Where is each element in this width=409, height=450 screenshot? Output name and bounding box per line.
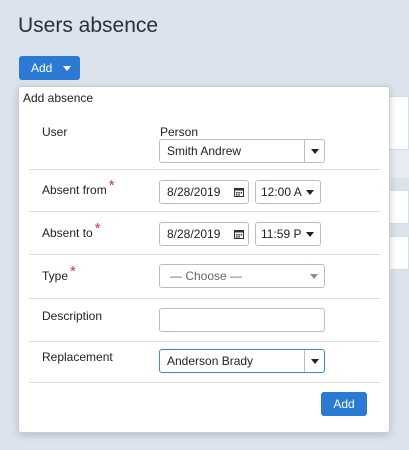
add-button-label: Add — [31, 61, 53, 75]
user-label: User — [42, 125, 68, 139]
chevron-down-icon — [310, 148, 319, 154]
chevron-down-icon — [310, 358, 319, 364]
required-marker: * — [108, 177, 115, 194]
required-marker: * — [94, 220, 101, 237]
type-label: Type * — [42, 263, 76, 283]
popover-title: Add absence — [23, 91, 94, 105]
absent-from-time-select[interactable]: 12:00 A — [255, 180, 321, 204]
replacement-row: Replacement Anderson Brady — [29, 342, 381, 383]
calendar-icon[interactable] — [230, 181, 248, 203]
description-label: Description — [42, 309, 103, 323]
chevron-down-icon[interactable] — [63, 65, 71, 71]
page-title: Users absence — [18, 14, 159, 37]
chevron-down-icon — [310, 273, 318, 279]
description-row: Description — [29, 299, 381, 342]
absent-to-date-input[interactable]: 8/28/2019 — [159, 222, 249, 246]
user-row: User Person Smith Andrew — [29, 115, 381, 170]
type-dropdown-button[interactable] — [304, 265, 324, 287]
replacement-select[interactable]: Anderson Brady — [159, 349, 325, 373]
absent-from-date-value: 8/28/2019 — [167, 185, 221, 199]
absent-to-time-select[interactable]: 11:59 P — [255, 222, 321, 246]
replacement-select-value: Anderson Brady — [167, 354, 254, 368]
type-select-placeholder: — Choose — — [170, 269, 243, 283]
person-sublabel: Person — [160, 125, 199, 139]
absent-to-label: Absent to * — [42, 220, 101, 240]
required-marker: * — [70, 263, 76, 280]
description-input[interactable] — [159, 308, 325, 332]
absent-to-row: Absent to * 8/28/2019 11:59 P — [29, 212, 381, 255]
chevron-down-icon — [306, 231, 314, 237]
absent-to-date-value: 8/28/2019 — [167, 227, 221, 241]
person-select-value: Smith Andrew — [167, 144, 242, 158]
absent-from-time-value: 12:00 A — [261, 185, 302, 199]
absent-from-row: Absent from * 8/28/2019 12:00 A — [29, 170, 381, 212]
person-select[interactable]: Smith Andrew — [159, 139, 325, 163]
add-absence-popover: Add absence User Person Smith Andrew Abs… — [18, 86, 390, 433]
type-row: Type * — Choose — — [29, 255, 381, 299]
person-dropdown-button[interactable] — [304, 140, 324, 162]
absent-to-time-value: 11:59 P — [261, 227, 302, 241]
time-dropdown-button[interactable] — [300, 223, 320, 245]
time-dropdown-button[interactable] — [300, 181, 320, 203]
absent-from-label: Absent from * — [42, 177, 115, 197]
replacement-label: Replacement — [42, 350, 113, 364]
add-split-button[interactable]: Add — [19, 56, 80, 80]
absent-from-date-input[interactable]: 8/28/2019 — [159, 180, 249, 204]
replacement-dropdown-button[interactable] — [304, 350, 324, 372]
chevron-down-icon — [306, 189, 314, 195]
calendar-icon[interactable] — [230, 223, 248, 245]
add-absence-submit-button[interactable]: Add — [321, 392, 367, 416]
type-select[interactable]: — Choose — — [159, 264, 325, 288]
